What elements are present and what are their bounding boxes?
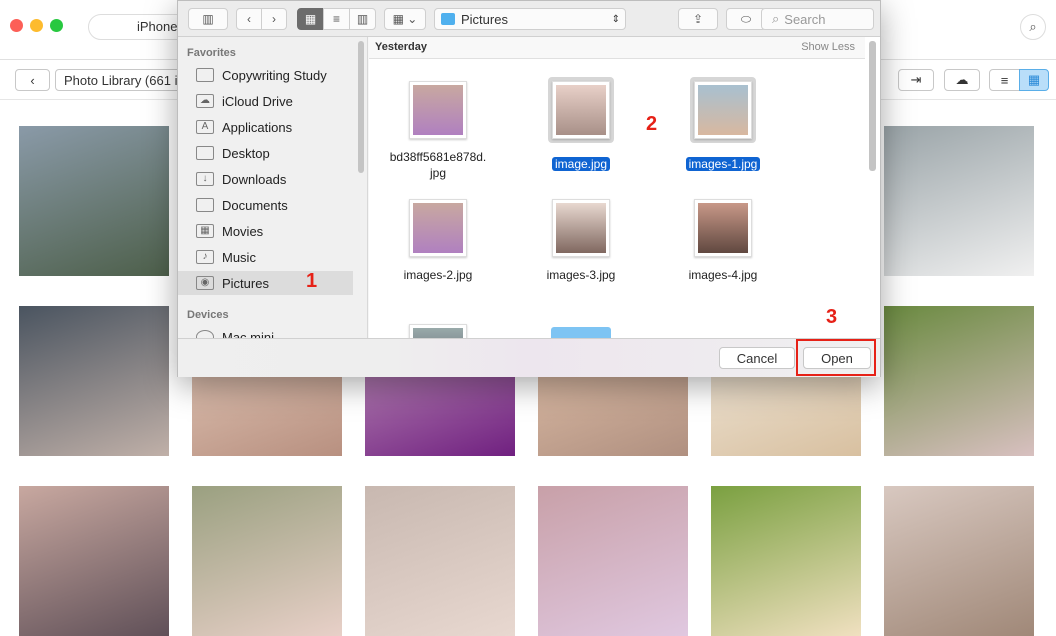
location-dropdown[interactable]: Pictures ⇕ bbox=[434, 8, 626, 30]
content-scrollbar[interactable] bbox=[869, 41, 876, 171]
image-thumbnail bbox=[409, 81, 467, 139]
disk-icon bbox=[196, 330, 214, 338]
photo-thumbnail[interactable] bbox=[19, 126, 169, 276]
file-item[interactable]: images-1.jpg bbox=[658, 77, 788, 172]
sidebar-item-desktop[interactable]: Desktop bbox=[178, 141, 353, 165]
folder-icon bbox=[196, 68, 214, 82]
folder-icon bbox=[441, 13, 455, 25]
tag-icon[interactable]: ⬭ bbox=[726, 8, 766, 30]
photo-thumbnail[interactable] bbox=[19, 486, 169, 636]
photo-thumbnail[interactable] bbox=[884, 486, 1034, 636]
file-name: images-4.jpg bbox=[688, 268, 758, 282]
photo-thumbnail[interactable] bbox=[884, 126, 1034, 276]
cancel-button[interactable]: Cancel bbox=[719, 347, 795, 369]
export-to-device-icon[interactable]: ⇥ bbox=[898, 69, 934, 91]
list-view-icon[interactable]: ≡ bbox=[323, 8, 350, 30]
sidebar-item-applications[interactable]: A Applications bbox=[178, 115, 353, 139]
column-view-icon[interactable]: ▥ bbox=[349, 8, 376, 30]
sidebar-item-documents[interactable]: Documents bbox=[178, 193, 353, 217]
image-thumbnail bbox=[409, 199, 467, 257]
back-nav-icon[interactable]: ‹ bbox=[236, 8, 262, 30]
icon-view-icon[interactable]: ▦ bbox=[297, 8, 324, 30]
search-icon: ⌕ bbox=[772, 11, 780, 26]
file-name-ext: jpg bbox=[429, 166, 446, 180]
photo-thumbnail[interactable] bbox=[884, 306, 1034, 456]
open-file-dialog: ▥ ‹ › ▦ ≡ ▥ ▦ ⌄ Pictures ⇕ ⇪ ⬭ ⌕ Search Fa… bbox=[177, 0, 881, 377]
sidebar-scrollbar[interactable] bbox=[358, 41, 364, 173]
minimize-window-button[interactable] bbox=[30, 19, 43, 32]
sidebar-item-pictures[interactable]: ◉ Pictures bbox=[178, 271, 353, 295]
share-icon[interactable]: ⇪ bbox=[678, 8, 718, 30]
devices-header: Devices bbox=[187, 309, 229, 321]
sidebar-item-mac-mini[interactable]: Mac mini bbox=[178, 325, 353, 338]
photo-thumbnail[interactable] bbox=[19, 306, 169, 456]
section-header: Yesterday Show Less bbox=[369, 37, 865, 59]
image-thumbnail bbox=[694, 81, 752, 139]
forward-nav-icon[interactable]: › bbox=[261, 8, 287, 30]
image-thumbnail bbox=[694, 199, 752, 257]
annotation-step-1: 1 bbox=[306, 270, 318, 292]
breadcrumb: Photo Library (661 items) bbox=[55, 69, 195, 91]
search-input[interactable]: ⌕ Search bbox=[761, 8, 874, 30]
annotation-step-2: 2 bbox=[646, 113, 658, 135]
file-name: images-3.jpg bbox=[546, 268, 616, 282]
photo-thumbnail[interactable] bbox=[711, 486, 861, 636]
file-name: bd38ff5681e878d. bbox=[389, 150, 487, 164]
favorites-header: Favorites bbox=[187, 47, 236, 59]
image-thumbnail bbox=[552, 81, 610, 139]
applications-icon: A bbox=[196, 120, 214, 134]
file-browser: Yesterday Show Less bd38ff5681e878d. jpg i… bbox=[369, 37, 880, 338]
file-item[interactable]: bd38ff5681e878d. jpg bbox=[373, 81, 503, 181]
file-name: images-2.jpg bbox=[403, 268, 473, 282]
photo-thumbnail[interactable] bbox=[365, 486, 515, 636]
show-less-link[interactable]: Show Less bbox=[801, 41, 855, 53]
upload-cloud-icon[interactable]: ☁ bbox=[944, 69, 980, 91]
file-item[interactable]: images-2.jpg bbox=[373, 199, 503, 283]
documents-icon bbox=[196, 198, 214, 212]
sidebar-item-music[interactable]: ♪ Music bbox=[178, 245, 353, 269]
movies-icon: ▦ bbox=[196, 224, 214, 238]
search-icon[interactable]: ⌕ bbox=[1020, 14, 1046, 40]
sidebar-item-movies[interactable]: ▦ Movies bbox=[178, 219, 353, 243]
music-icon: ♪ bbox=[196, 250, 214, 264]
arrange-menu-icon[interactable]: ▦ ⌄ bbox=[384, 8, 426, 30]
cloud-icon: ☁ bbox=[196, 94, 214, 108]
sidebar-item-copywriting-study[interactable]: Copywriting Study bbox=[178, 63, 353, 87]
zoom-window-button[interactable] bbox=[50, 19, 63, 32]
downloads-icon: ↓ bbox=[196, 172, 214, 186]
sidebar-item-downloads[interactable]: ↓ Downloads bbox=[178, 167, 353, 191]
list-view-icon[interactable]: ≡ bbox=[989, 69, 1020, 91]
sidebar-item-icloud-drive[interactable]: ☁ iCloud Drive bbox=[178, 89, 353, 113]
folder-icon[interactable] bbox=[551, 327, 611, 338]
close-window-button[interactable] bbox=[10, 19, 23, 32]
photo-thumbnail[interactable] bbox=[192, 486, 342, 636]
annotation-step-3: 3 bbox=[826, 306, 838, 328]
sidebar: Favorites Copywriting Study ☁ iCloud Drive… bbox=[178, 37, 368, 338]
camera-icon: ◉ bbox=[196, 276, 214, 290]
file-item[interactable]: images-4.jpg bbox=[658, 199, 788, 283]
file-item[interactable]: images-3.jpg bbox=[516, 199, 646, 283]
file-name: image.jpg bbox=[551, 157, 611, 171]
dialog-toolbar: ▥ ‹ › ▦ ≡ ▥ ▦ ⌄ Pictures ⇕ ⇪ ⬭ ⌕ Search bbox=[178, 1, 880, 37]
back-button[interactable]: ‹ bbox=[15, 69, 50, 91]
file-item[interactable] bbox=[373, 324, 503, 338]
photo-thumbnail[interactable] bbox=[538, 486, 688, 636]
image-thumbnail bbox=[552, 199, 610, 257]
grid-view-icon[interactable]: ▦ bbox=[1019, 69, 1049, 91]
sidebar-toggle-icon[interactable]: ▥ bbox=[188, 8, 228, 30]
chevron-updown-icon: ⇕ bbox=[611, 13, 620, 25]
dialog-footer: Cancel Open bbox=[178, 338, 880, 377]
desktop-icon bbox=[196, 146, 214, 160]
file-name: images-1.jpg bbox=[685, 157, 761, 171]
file-item[interactable]: image.jpg bbox=[516, 77, 646, 172]
annotation-highlight-box bbox=[796, 339, 876, 376]
